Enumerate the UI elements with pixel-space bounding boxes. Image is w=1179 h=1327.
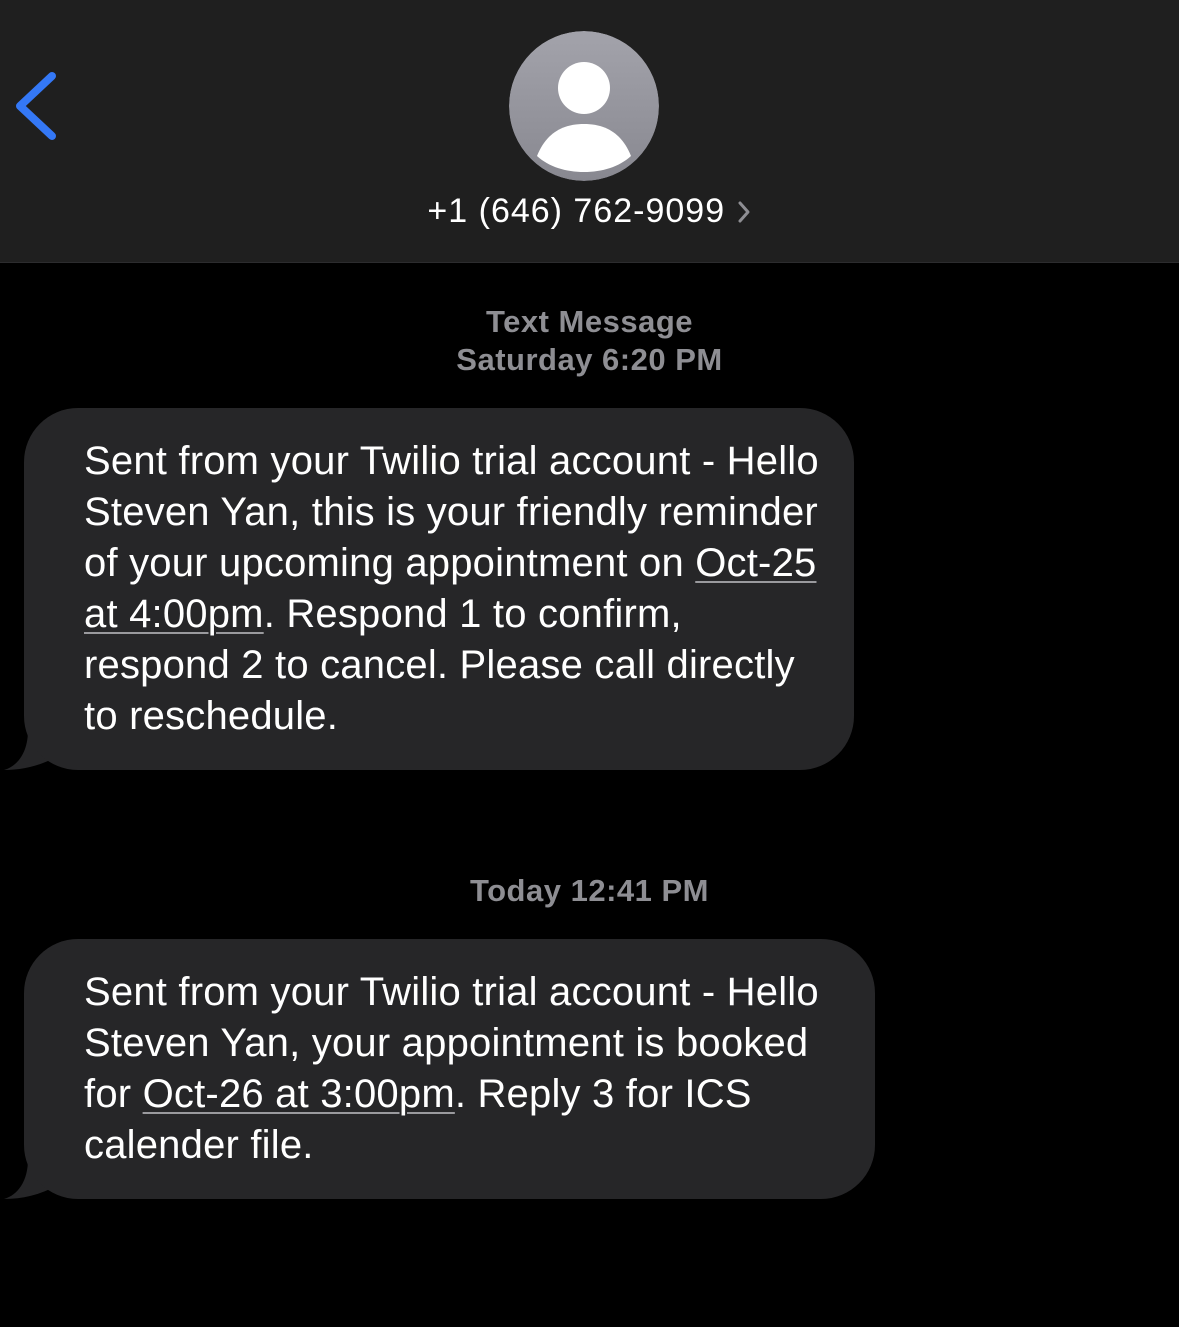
message-row: Sent from your Twilio trial account - He… — [0, 939, 880, 1199]
message-row: Sent from your Twilio trial account - He… — [0, 408, 860, 770]
date-link[interactable]: Oct-26 at 3:00pm — [143, 1072, 455, 1116]
timestamp: Saturday 6:20 PM — [456, 342, 723, 377]
message-bubble[interactable]: Sent from your Twilio trial account - He… — [24, 939, 875, 1199]
person-icon — [509, 31, 659, 181]
message-type-label: Text Message — [485, 304, 693, 339]
contact-info-button[interactable]: +1 (646) 762-9099 — [0, 192, 1179, 231]
chevron-left-icon — [16, 72, 56, 140]
message-bubble[interactable]: Sent from your Twilio trial account - He… — [24, 408, 854, 770]
contact-number: +1 (646) 762-9099 — [427, 192, 726, 230]
back-button[interactable] — [6, 66, 66, 146]
conversation-header: +1 (646) 762-9099 — [0, 0, 1179, 263]
chevron-right-icon — [738, 201, 750, 222]
timestamp: Today 12:41 PM — [469, 873, 709, 908]
avatar[interactable] — [509, 31, 659, 181]
messages-screen: +1 (646) 762-9099 Text Message Saturday … — [0, 0, 1179, 1327]
